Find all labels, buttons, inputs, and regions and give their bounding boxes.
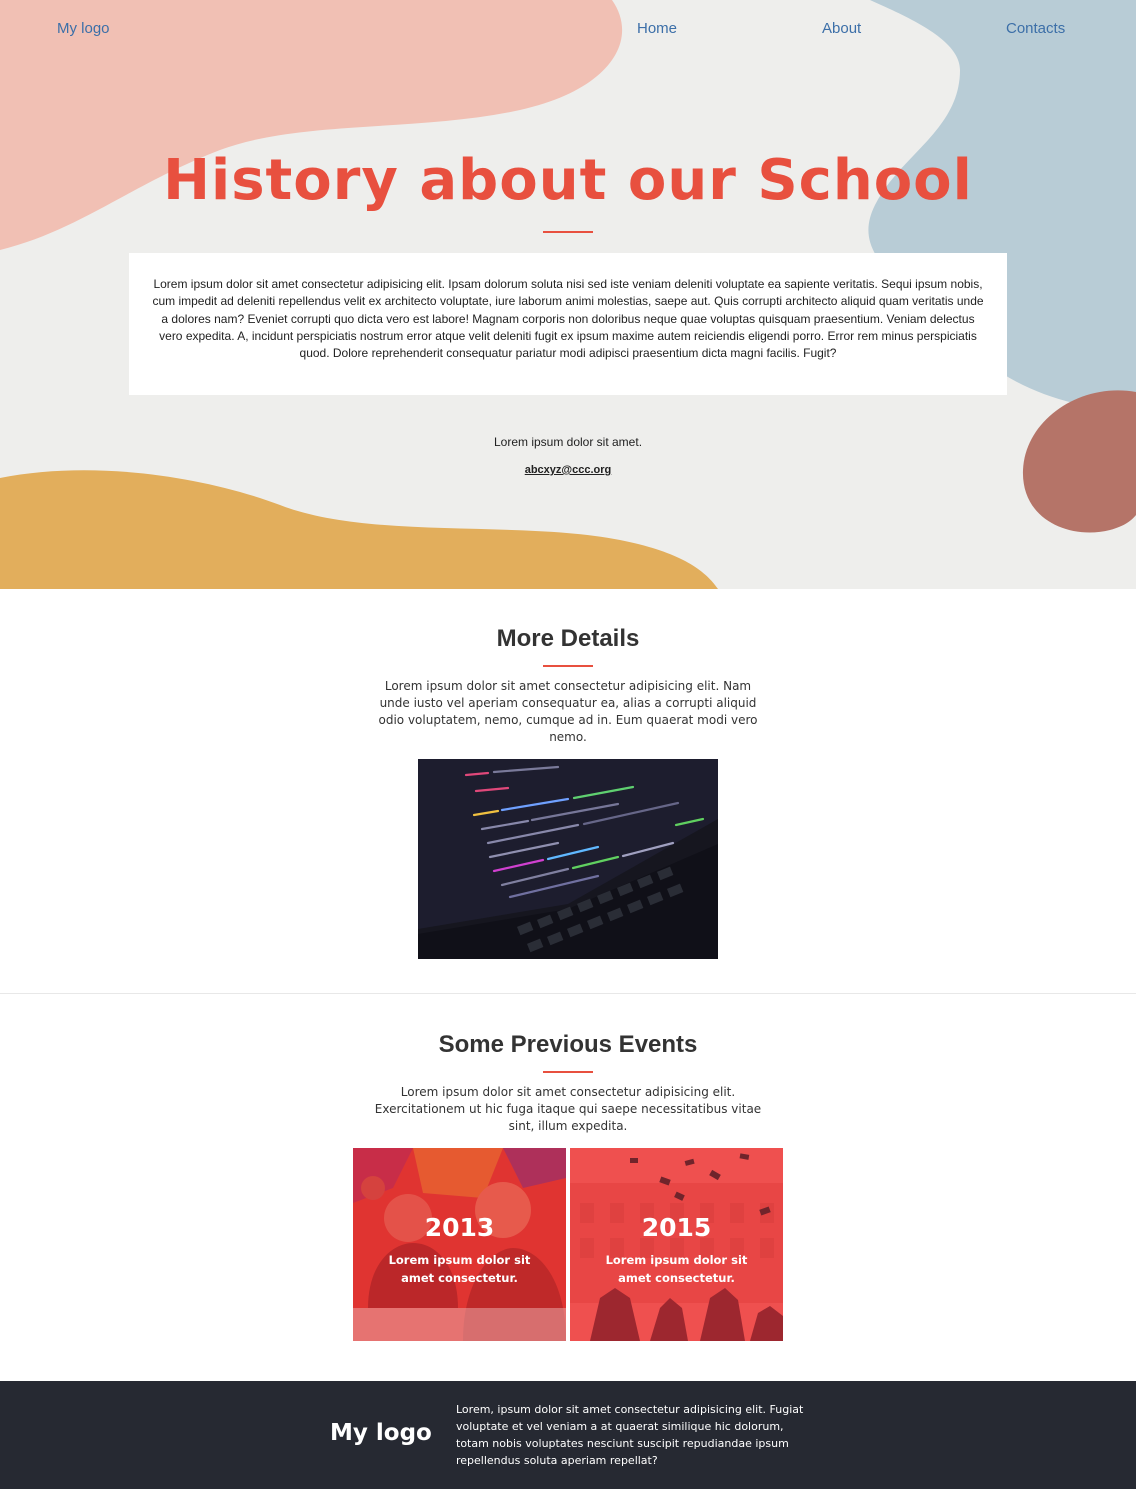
code-laptop-image [418,759,718,959]
events-title: Some Previous Events [438,1031,698,1058]
email-link[interactable]: abcxyz@ccc.org [525,464,612,476]
hero-section: My logo Home About Contacts History abou… [0,0,1136,589]
footer-text: Lorem, ipsum dolor sit amet consectetur … [456,1403,804,1467]
event-card-2013[interactable]: 2013 Lorem ipsum dolor sit amet consecte… [353,1148,566,1341]
nav-link-contacts[interactable]: Contacts [1006,20,1065,37]
nav-logo-link[interactable]: My logo [57,20,110,37]
nav-link-home[interactable]: Home [637,20,677,37]
details-title-underline [543,665,593,667]
hero-title: History about our School [163,148,973,213]
event-year: 2013 [424,1213,495,1242]
details-text: Lorem ipsum dolor sit amet consectetur a… [378,679,758,744]
events-text: Lorem ipsum dolor sit amet consectetur a… [374,1085,762,1133]
hero-text-box: Lorem ipsum dolor sit amet consectetur a… [129,253,1007,395]
footer-logo[interactable]: My logo [330,1420,432,1446]
details-title: More Details [496,625,640,652]
nav-link-about[interactable]: About [822,20,861,37]
hero-paragraph: Lorem ipsum dolor sit amet consectetur a… [152,277,984,361]
hero-title-underline [543,231,593,233]
event-card-2015[interactable]: 2015 Lorem ipsum dolor sit amet consecte… [570,1148,783,1341]
section-divider [0,993,1136,994]
graduation-photo [570,1148,783,1341]
events-title-underline [543,1071,593,1073]
hero-small-text: Lorem ipsum dolor sit amet. [493,435,643,449]
top-navigation: My logo Home About Contacts [0,0,1136,58]
event-year: 2015 [641,1213,712,1242]
event-description: Lorem ipsum dolor sit amet consectetur. [605,1253,748,1285]
classroom-photo [353,1148,566,1341]
event-description: Lorem ipsum dolor sit amet consectetur. [388,1253,531,1285]
hero-email: abcxyz@ccc.org [0,464,1136,476]
footer: My logo Lorem, ipsum dolor sit amet cons… [0,1381,1136,1489]
